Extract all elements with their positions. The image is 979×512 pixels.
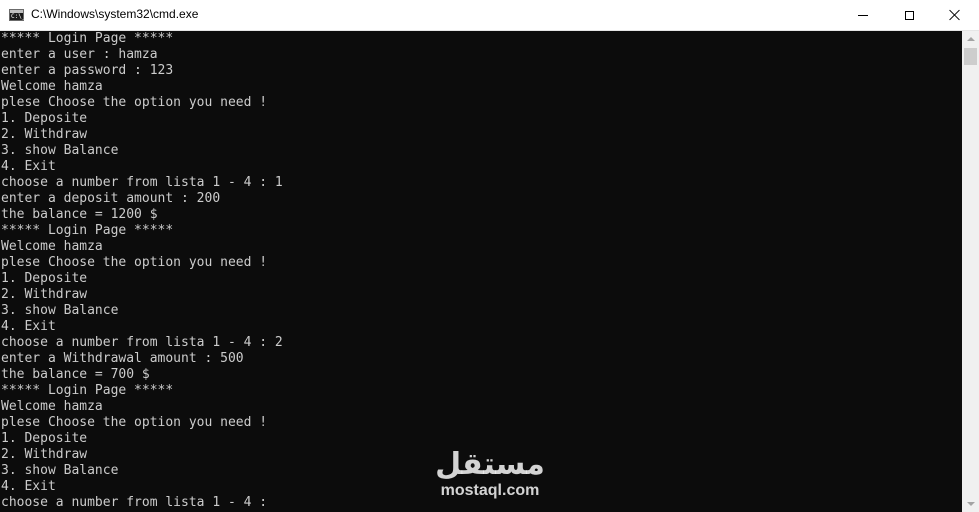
console-line: 3. show Balance <box>1 463 119 478</box>
console-line: 1. Deposite <box>1 271 88 286</box>
cmd-window: C:\_ C:\Windows\system32\cmd.exe ***** L… <box>0 0 979 512</box>
console-line: the balance = 1200 $ <box>1 207 158 222</box>
arrow-up-icon <box>966 37 975 41</box>
console-line: enter a user : hamza <box>1 47 158 62</box>
console-line: enter a password : 123 <box>1 63 174 78</box>
console-line: 1. Deposite <box>1 431 88 446</box>
console-line: 4. Exit <box>1 159 56 174</box>
close-icon <box>949 9 961 21</box>
console-line: 4. Exit <box>1 319 56 334</box>
console-line: the balance = 700 $ <box>1 367 150 382</box>
console-line: 3. show Balance <box>1 143 119 158</box>
console-line: 2. Withdraw <box>1 127 88 142</box>
close-button[interactable] <box>932 0 978 30</box>
console-line: 1. Deposite <box>1 111 88 126</box>
minimize-button[interactable] <box>840 0 886 30</box>
console-line: plese Choose the option you need ! <box>1 415 268 430</box>
console-output[interactable]: ***** Login Page ***** enter a user : ham… <box>0 31 962 512</box>
console-line: Welcome hamza <box>1 239 103 254</box>
console-line: 4. Exit <box>1 479 56 494</box>
vertical-scrollbar[interactable] <box>962 31 979 512</box>
console-line: plese Choose the option you need ! <box>1 95 268 110</box>
console-line: Welcome hamza <box>1 79 103 94</box>
console-line: Welcome hamza <box>1 399 103 414</box>
scroll-down-button[interactable] <box>962 496 979 512</box>
scroll-thumb[interactable] <box>964 48 977 65</box>
window-title: C:\Windows\system32\cmd.exe <box>31 7 199 21</box>
console-line: choose a number from lista 1 - 4 : 1 <box>1 175 283 190</box>
title-bar[interactable]: C:\_ C:\Windows\system32\cmd.exe <box>0 0 979 31</box>
console-line: 3. show Balance <box>1 303 119 318</box>
scroll-up-button[interactable] <box>962 31 979 47</box>
console-line: choose a number from lista 1 - 4 : 2 <box>1 335 283 350</box>
console-line: enter a Withdrawal amount : 500 <box>1 351 244 366</box>
console-line: 2. Withdraw <box>1 447 88 462</box>
console-line: ***** Login Page ***** <box>1 383 174 398</box>
console-line: plese Choose the option you need ! <box>1 255 268 270</box>
cmd-icon[interactable]: C:\_ <box>9 9 25 21</box>
console-line: ***** Login Page ***** <box>1 31 174 46</box>
arrow-down-icon <box>966 502 975 506</box>
maximize-button[interactable] <box>886 0 932 30</box>
console-line: 2. Withdraw <box>1 287 88 302</box>
console-line: choose a number from lista 1 - 4 : <box>1 495 268 510</box>
console-line: ***** Login Page ***** <box>1 223 174 238</box>
minimize-icon <box>858 14 868 16</box>
console-line: enter a deposit amount : 200 <box>1 191 221 206</box>
maximize-icon <box>904 10 914 20</box>
